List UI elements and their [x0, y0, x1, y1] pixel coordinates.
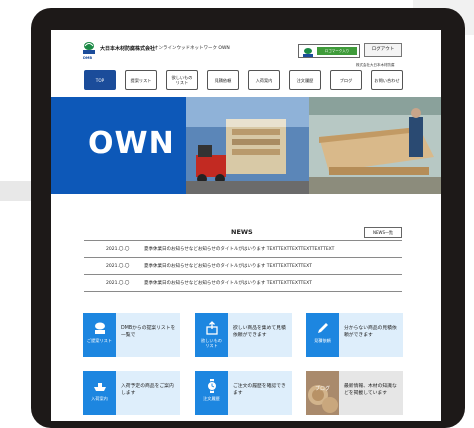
divider [84, 240, 402, 241]
tile-description: 最新情報、木材の知識などを掲載しています [344, 384, 397, 396]
tile-description: ご注文の履歴を確認できます [233, 384, 286, 396]
nav-order-history[interactable]: 注文履歴 [289, 70, 321, 90]
badge-label: ロゴマーク入り [317, 47, 357, 55]
news-item[interactable]: 2021.〇.〇 夏季休業日のお知らせなどお知らせのタイトルがはいります TEX… [84, 243, 402, 255]
hero-title-panel: OWN [51, 97, 186, 194]
box-upload-icon [206, 321, 218, 335]
divider [84, 274, 402, 275]
ship-icon [94, 383, 106, 391]
dmb-small-logo-icon [303, 48, 313, 57]
tile-caption: 欲しいもの リスト [201, 338, 222, 348]
tile-order-history[interactable]: 注文履歴 ご注文の履歴を確認できます [195, 371, 292, 415]
tile-blog[interactable]: ブログ 最新情報、木材の知識などを掲載しています [306, 371, 403, 415]
company-badge: ロゴマーク入り [298, 44, 360, 58]
tile-caption: ブログ [314, 386, 330, 392]
tile-proposal-list[interactable]: ご提案リスト DMBからの提案リストを一覧で [83, 313, 180, 357]
divider [84, 291, 402, 292]
hero-title: OWN [88, 126, 175, 161]
tile-estimate-request[interactable]: 見積依頼 分からない商品の見積依頼ができます [306, 313, 403, 357]
pencil-icon [318, 323, 328, 333]
tile-icon-panel: 見積依頼 [306, 313, 339, 357]
hero-banner: OWN [51, 97, 441, 194]
company-name: 大日本木材防腐株式会社 [100, 46, 156, 52]
logout-button[interactable]: ログアウト [364, 43, 402, 57]
tile-description: 分からない商品の見積依頼ができます [344, 326, 397, 338]
news-text: 夏季休業日のお知らせなどお知らせのタイトルがはいります TEXTTEXTTEXT… [144, 264, 312, 269]
tile-description: 欲しい商品を集めて見積依頼ができます [233, 326, 286, 338]
tile-caption: ご提案リスト [86, 338, 113, 343]
dmb-logo-icon [95, 322, 105, 334]
tile-caption: 注文履歴 [203, 396, 220, 401]
tile-icon-panel: 入荷案内 [83, 371, 116, 415]
tile-icon-panel: ご提案リスト [83, 313, 116, 357]
tile-icon-panel: 注文履歴 [195, 371, 228, 415]
dmb-logo-icon [83, 42, 95, 54]
nav-estimate-request[interactable]: 見積依頼 [207, 70, 239, 90]
news-text: 夏季休業日のお知らせなどお知らせのタイトルがはいります TEXTTEXTTEXT… [144, 247, 335, 252]
news-text: 夏季休業日のお知らせなどお知らせのタイトルがはいります TEXTTEXTTEXT… [144, 281, 312, 286]
news-item[interactable]: 2021.〇.〇 夏季休業日のお知らせなどお知らせのタイトルがはいります TEX… [84, 277, 402, 289]
tile-arrival-info[interactable]: 入荷案内 入荷予定の商品をご案内します [83, 371, 180, 415]
nav-proposal-list[interactable]: 提案リスト [125, 70, 157, 90]
news-date: 2021.〇.〇 [106, 264, 130, 269]
photo-icon [306, 371, 339, 415]
tile-description: 入荷予定の商品をご案内します [121, 384, 174, 396]
hero-photo-warehouse [186, 97, 309, 194]
nav-blog[interactable]: ブログ [330, 70, 362, 90]
nav-wish-list[interactable]: 欲しいもの リスト [166, 70, 198, 90]
badge-caption: 株式会社大日本木材防腐 [356, 63, 395, 67]
news-heading: NEWS [231, 228, 253, 236]
news-date: 2021.〇.〇 [106, 281, 130, 286]
nav-top[interactable]: TOP [84, 70, 116, 90]
hero-photo-lumber [309, 97, 441, 194]
news-item[interactable]: 2021.〇.〇 夏季休業日のお知らせなどお知らせのタイトルがはいります TEX… [84, 260, 402, 272]
divider [84, 257, 402, 258]
news-date: 2021.〇.〇 [106, 247, 130, 252]
watch-icon [207, 379, 217, 393]
tile-caption: 見積依頼 [314, 338, 331, 343]
nav-contact[interactable]: お問い合わせ [371, 70, 403, 90]
tablet-screen: DMB 大日本木材防腐株式会社 オンラインウッドネットワーク OWN ロゴマーク… [51, 30, 441, 421]
tile-wish-list[interactable]: 欲しいもの リスト 欲しい商品を集めて見積依頼ができます [195, 313, 292, 357]
nav-arrival-info[interactable]: 入荷案内 [248, 70, 280, 90]
logo-text: DMB [83, 56, 93, 60]
site-tagline: オンラインウッドネットワーク OWN [154, 46, 230, 51]
news-list-button[interactable]: NEWS一覧 [364, 227, 402, 238]
tile-icon-panel: 欲しいもの リスト [195, 313, 228, 357]
tile-caption: 入荷案内 [91, 396, 108, 401]
tile-description: DMBからの提案リストを一覧で [121, 326, 176, 338]
